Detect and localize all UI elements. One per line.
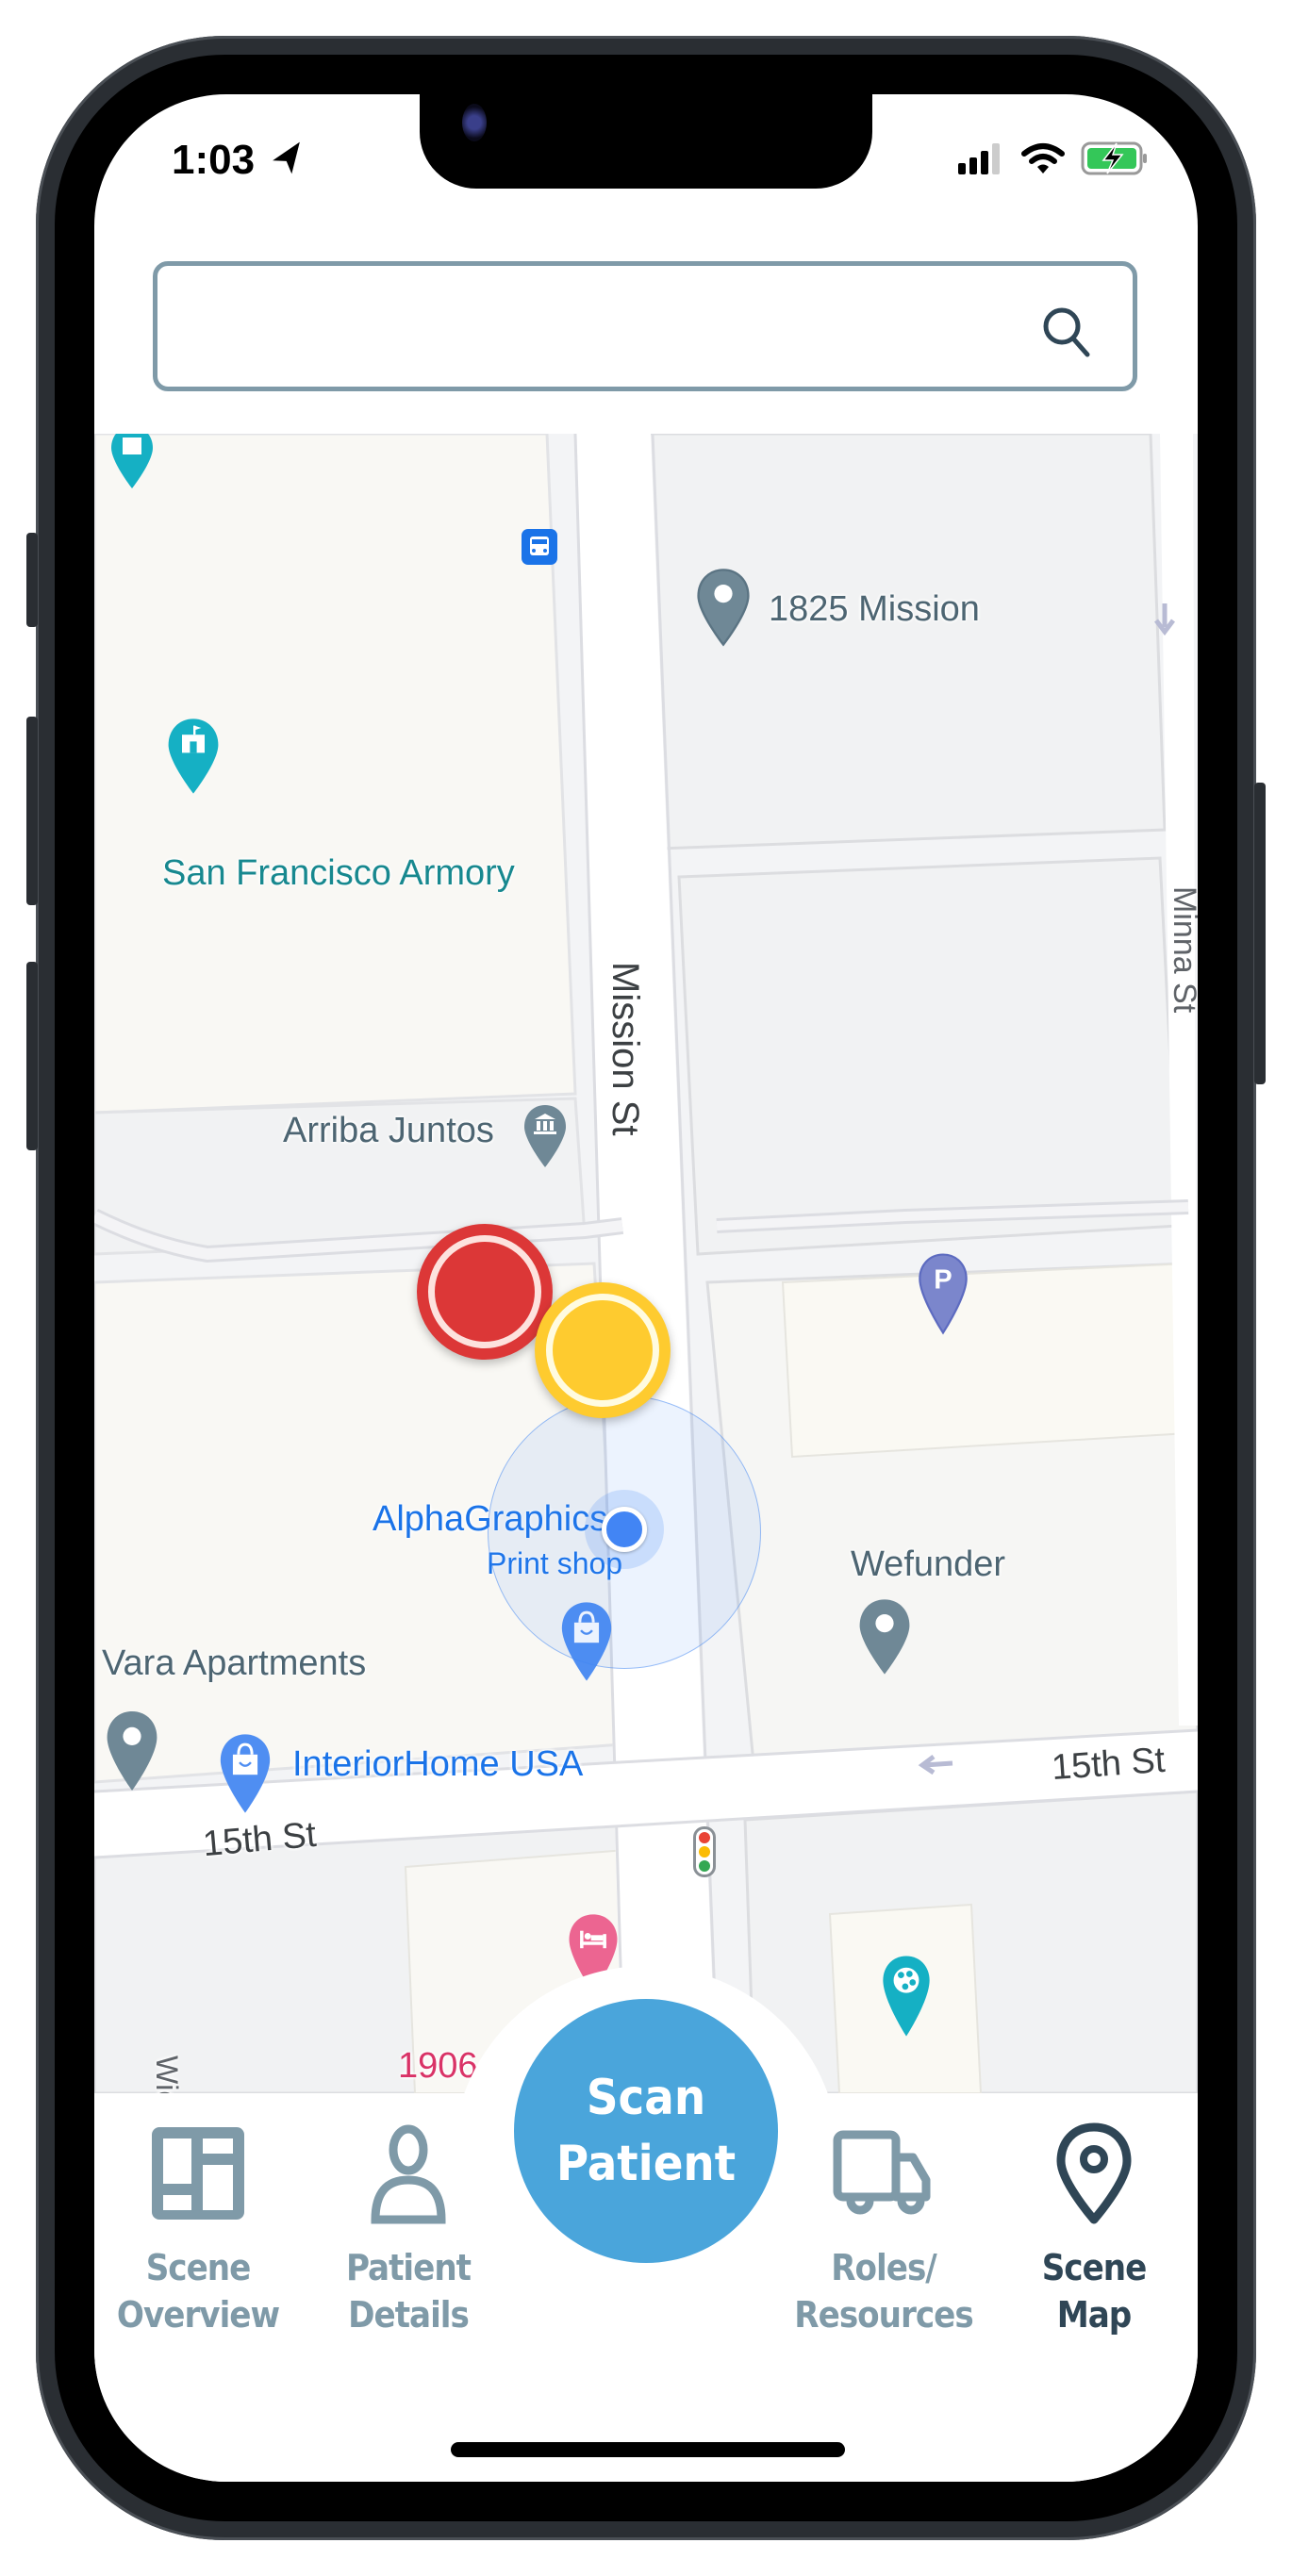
nav-label-line2: Resources bbox=[794, 2294, 973, 2336]
front-camera bbox=[462, 104, 487, 141]
nav-label-line2: Details bbox=[348, 2294, 470, 2336]
nav-item-roles-resources[interactable]: Roles/Resources bbox=[789, 2122, 978, 2338]
cellular-signal-icon bbox=[958, 143, 1000, 174]
shopping-bag-icon[interactable] bbox=[217, 1732, 273, 1815]
nav-label-line2: Overview bbox=[116, 2294, 280, 2336]
screen: 1:03 Mission St Minna St 15th St 15th St… bbox=[94, 94, 1198, 2482]
mute-switch bbox=[26, 533, 38, 627]
wifi-icon bbox=[1021, 143, 1065, 173]
place-label-arriba-juntos[interactable]: Arriba Juntos bbox=[283, 1111, 494, 1151]
nav-item-scene-overview[interactable]: Scene Overview bbox=[104, 2122, 292, 2338]
civic-building-icon[interactable] bbox=[522, 1097, 569, 1176]
street-label-wiese-st: Wiese St bbox=[149, 2056, 184, 2093]
power-button bbox=[1254, 783, 1266, 1084]
parking-icon[interactable]: P bbox=[917, 1252, 969, 1335]
svg-text:P: P bbox=[934, 1264, 952, 1295]
nav-label-line1: Scene bbox=[1041, 2247, 1148, 2288]
traffic-light-icon bbox=[693, 1826, 716, 1877]
nav-label-line1: Scene bbox=[145, 2247, 252, 2288]
search-input[interactable] bbox=[176, 285, 1029, 370]
place-label-wefunder[interactable]: Wefunder bbox=[851, 1544, 1005, 1585]
notch bbox=[420, 94, 872, 189]
search-bar[interactable] bbox=[153, 261, 1137, 391]
nav-label-line2: Map bbox=[1056, 2294, 1133, 2336]
scan-button-line2: Patient bbox=[555, 2136, 737, 2192]
volume-down-button bbox=[26, 962, 38, 1150]
yellow-marker-ring bbox=[546, 1294, 659, 1407]
street-label-minna-st: Minna St bbox=[1167, 886, 1198, 1014]
place-label-1825-mission[interactable]: 1825 Mission bbox=[769, 589, 980, 630]
volume-up-button bbox=[26, 717, 38, 905]
street-label-15th-st-right: 15th St bbox=[1050, 1740, 1167, 1789]
scan-patient-button[interactable]: Scan Patient bbox=[514, 1999, 778, 2263]
yellow-patient-marker[interactable] bbox=[535, 1282, 671, 1418]
place-pin-icon[interactable] bbox=[856, 1595, 913, 1678]
nav-label-line1: Roles/ bbox=[831, 2247, 937, 2288]
dashboard-layout-icon bbox=[152, 2127, 244, 2220]
truck-icon bbox=[833, 2130, 931, 2215]
map-pin-icon bbox=[1056, 2122, 1132, 2224]
place-label-vara-apartments[interactable]: Vara Apartments bbox=[102, 1643, 366, 1684]
location-arrow-icon bbox=[273, 141, 300, 174]
search-icon[interactable] bbox=[1038, 304, 1095, 360]
castle-icon[interactable] bbox=[165, 717, 222, 796]
map-view[interactable]: Mission St Minna St 15th St 15th St Wies… bbox=[94, 434, 1198, 2093]
scan-button-line1: Scan bbox=[586, 2070, 706, 2126]
user-location-dot bbox=[602, 1507, 647, 1552]
home-indicator[interactable] bbox=[451, 2442, 845, 2457]
castle-icon[interactable] bbox=[108, 434, 156, 490]
place-label-interiorhome[interactable]: InteriorHome USA bbox=[292, 1744, 583, 1785]
place-pin-icon[interactable] bbox=[695, 566, 752, 649]
bus-stop-icon[interactable] bbox=[521, 528, 558, 566]
nav-label-line1: Patient bbox=[345, 2247, 472, 2288]
street-label-mission-st: Mission St bbox=[605, 962, 646, 1136]
art-palette-icon[interactable] bbox=[880, 1954, 933, 2039]
nav-item-patient-details[interactable]: Patient Details bbox=[314, 2122, 503, 2338]
status-icons bbox=[958, 141, 1151, 175]
status-time: 1:03 bbox=[172, 137, 256, 183]
person-icon bbox=[371, 2124, 446, 2224]
place-label-sf-armory[interactable]: San Francisco Armory bbox=[162, 853, 515, 894]
red-patient-marker[interactable] bbox=[417, 1224, 553, 1360]
battery-charging-icon bbox=[1081, 141, 1147, 175]
red-marker-ring bbox=[428, 1235, 541, 1348]
place-pin-icon[interactable] bbox=[104, 1709, 160, 1793]
nav-item-scene-map[interactable]: Scene Map bbox=[1000, 2122, 1188, 2338]
